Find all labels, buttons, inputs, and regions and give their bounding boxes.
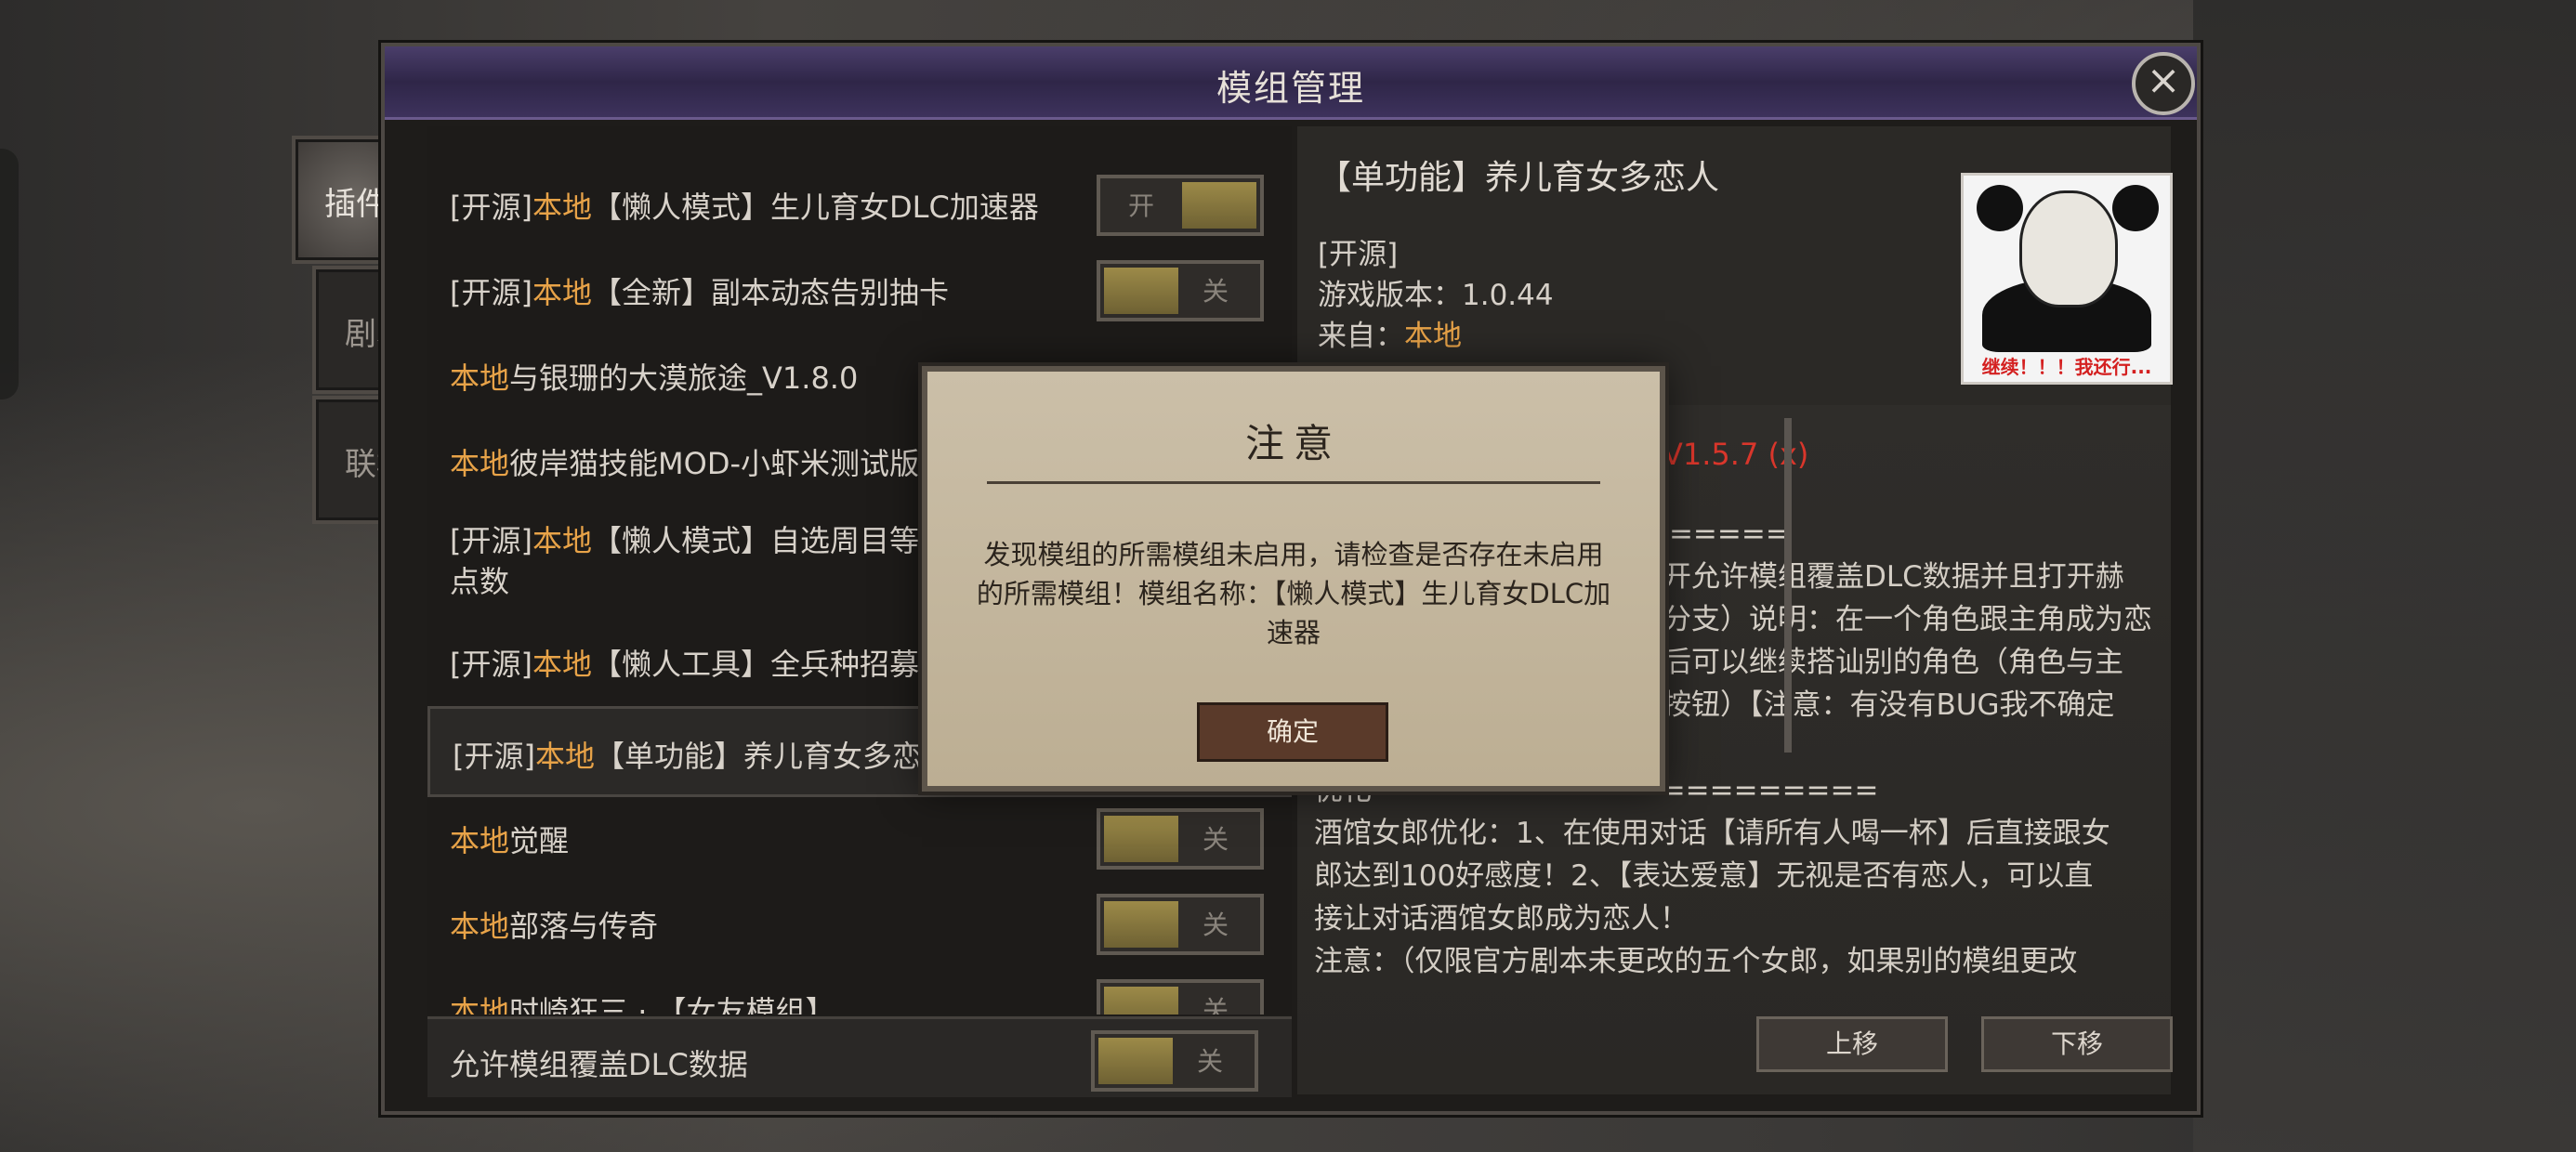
desc-line: 接让对话酒馆女郎成为恋人！: [1314, 902, 1689, 936]
toggle-text: 关: [1203, 276, 1229, 307]
dlc-override-toggle[interactable]: 关: [1091, 1030, 1258, 1092]
item-prefix: [开源]: [450, 523, 532, 558]
mod-thumbnail: 继续！！！我还行...: [1961, 173, 2173, 385]
item-name: 【懒人工具】全兵种招募: [592, 647, 920, 682]
window-title: 模组管理: [1216, 68, 1365, 109]
item-prefix: [开源]: [450, 275, 532, 310]
item-name: 时崎狂三 · 【女友模组】: [509, 994, 835, 1015]
mod-toggle[interactable]: 关: [1097, 260, 1264, 321]
detail-scrollbar[interactable]: [1784, 418, 1792, 753]
toggle-text: 开: [1128, 190, 1155, 221]
panda-face-icon: [2019, 190, 2118, 308]
toggle-knob: [1098, 1038, 1173, 1084]
item-source: 本地: [450, 446, 510, 481]
close-icon: ×: [2146, 57, 2181, 104]
toggle-text: 关: [1203, 910, 1229, 940]
item-source: 本地: [450, 823, 510, 858]
detail-from: 来自：本地: [1318, 316, 1554, 357]
item-source: 本地: [532, 275, 592, 310]
toggle-text: 关: [1203, 824, 1229, 855]
item-source: 本地: [534, 739, 595, 774]
move-up-button[interactable]: 上移: [1756, 1016, 1948, 1072]
item-prefix: [开源]: [453, 739, 535, 774]
item-name: 【单功能】养儿育女多恋人: [595, 739, 953, 774]
desc-line: 酒馆女郎优化：1、在使用对话【请所有人喝一杯】后直接跟女: [1314, 817, 2110, 850]
item-name: 觉醒: [509, 823, 570, 858]
notice-dialog: 注意 发现模组的所需模组未启用，请检查是否存在未启用的所需模组！模组名称：【懒人…: [922, 366, 1665, 792]
list-item[interactable]: [开源]本地【全新】副本动态告别抽卡 关: [427, 245, 1292, 331]
desc-line: 注意：（仅限官方剧本未更改的五个女郎，如果别的模组更改: [1314, 945, 2078, 978]
detail-open-source: [开源]: [1318, 238, 1399, 271]
toggle-knob: [1104, 901, 1178, 948]
mod-toggle[interactable]: 关: [1097, 979, 1264, 1015]
item-source: 本地: [532, 523, 592, 558]
confirm-button[interactable]: 确定: [1197, 702, 1388, 762]
panda-ear-icon: [2112, 185, 2159, 231]
dlc-override-label: 允许模组覆盖DLC数据: [450, 1047, 748, 1082]
thumbnail-caption: 继续！！！我还行...: [1981, 356, 2152, 378]
toggle-knob: [1104, 816, 1178, 862]
background-panel: [2193, 0, 2576, 1152]
dlc-override-bar: 允许模组覆盖DLC数据 关: [427, 1016, 1292, 1097]
item-source: 本地: [532, 190, 592, 225]
list-item[interactable]: 本地部落与传奇 关: [427, 879, 1292, 964]
toggle-knob: [1104, 268, 1178, 314]
mod-toggle[interactable]: 开: [1097, 175, 1264, 236]
toggle-knob: [1104, 987, 1178, 1015]
dialog-message: 发现模组的所需模组未启用，请检查是否存在未启用的所需模组！模组名称：【懒人模式】…: [976, 539, 1611, 648]
background-edge: [0, 149, 19, 399]
title-bar: 模组管理 ×: [385, 46, 2197, 120]
item-source: 本地: [450, 360, 510, 396]
panda-ear-icon: [1977, 185, 2023, 231]
item-source: 本地: [532, 647, 592, 682]
detail-from-value: 本地: [1404, 320, 1462, 353]
dialog-title: 注意: [1244, 421, 1342, 466]
desc-line: 郎达到100好感度！2、【表达爱意】无视是否有恋人，可以直: [1314, 859, 2094, 893]
toggle-text: 关: [1197, 1046, 1224, 1077]
item-name: 部落与传奇: [509, 909, 659, 944]
item-name: 与银珊的大漠旅途_V1.8.0: [509, 360, 859, 396]
item-name: 【懒人模式】生儿育女DLC加速器: [592, 190, 1039, 225]
list-item[interactable]: 本地觉醒 关: [427, 793, 1292, 879]
item-source: 本地: [450, 994, 510, 1015]
list-item[interactable]: [开源]本地【懒人模式】生儿育女DLC加速器 开: [427, 160, 1292, 245]
list-item[interactable]: 本地时崎狂三 · 【女友模组】 关: [427, 964, 1292, 1015]
detail-meta: [开源] 游戏版本：1.0.44 来自：本地: [1318, 234, 1554, 357]
mod-toggle[interactable]: 关: [1097, 894, 1264, 955]
item-name: 彼岸猫技能MOD-小虾米测试版: [509, 446, 920, 481]
close-button[interactable]: ×: [2132, 52, 2195, 115]
mod-toggle[interactable]: 关: [1097, 808, 1264, 870]
detail-title: 【单功能】养儿育女多恋人: [1318, 159, 1720, 197]
move-down-button[interactable]: 下移: [1981, 1016, 2173, 1072]
item-prefix: [开源]: [450, 647, 532, 682]
detail-game-version: 游戏版本：1.0.44: [1318, 279, 1554, 312]
toggle-text: 关: [1203, 995, 1229, 1015]
dialog-divider: [987, 481, 1600, 484]
item-source: 本地: [450, 909, 510, 944]
item-name: 【全新】副本动态告别抽卡: [592, 275, 950, 310]
detail-from-label: 来自：: [1318, 320, 1404, 353]
toggle-knob: [1182, 182, 1256, 229]
item-prefix: [开源]: [450, 190, 532, 225]
